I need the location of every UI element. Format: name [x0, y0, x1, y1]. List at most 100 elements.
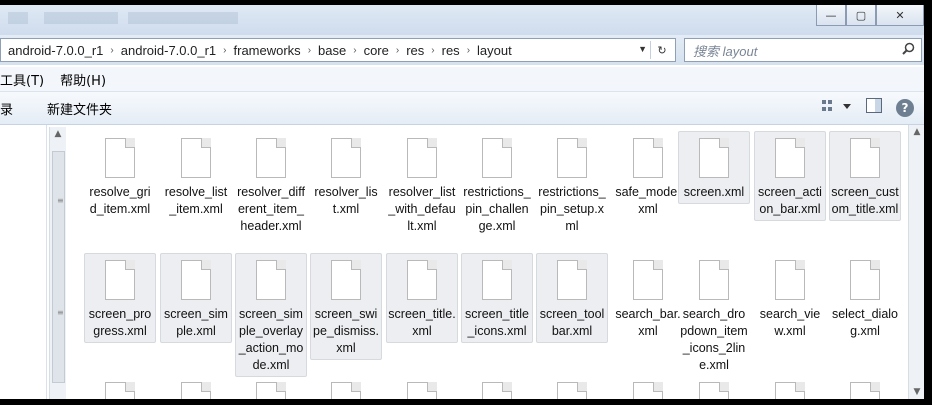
document-icon: [633, 260, 663, 300]
file-item[interactable]: search_bar.xml: [612, 253, 684, 343]
file-item[interactable]: screen_swipe_dismiss.xml: [310, 253, 382, 360]
window-title-blurred: [8, 12, 288, 24]
navigation-pane: [0, 125, 47, 399]
file-name: screen_action_bar.xml: [758, 185, 822, 216]
scroll-thumb[interactable]: ≡ ≡: [52, 151, 65, 383]
search-input[interactable]: 搜索 layout: [693, 41, 757, 60]
file-item[interactable]: screen_progress.xml: [84, 253, 156, 343]
scroll-down-icon[interactable]: ▼: [909, 387, 924, 397]
file-item[interactable]: restrictions_pin_setup.xml: [536, 131, 608, 238]
breadcrumb-item[interactable]: res: [438, 43, 464, 58]
file-name: restrictions_pin_setup.xml: [538, 185, 606, 233]
file-item[interactable]: search_dropdown_item_icons_2line.xml: [678, 253, 750, 377]
file-name: resolve_grid_item.xml: [89, 185, 151, 216]
document-icon: [775, 382, 805, 399]
file-name: screen_title_icons.xml: [465, 307, 529, 338]
close-button[interactable]: ✕: [876, 5, 924, 26]
search-box[interactable]: 搜索 layout: [684, 38, 922, 62]
file-item[interactable]: [160, 375, 232, 399]
file-item[interactable]: resolve_list_item.xml: [160, 131, 232, 221]
file-item[interactable]: [84, 375, 156, 399]
file-item[interactable]: [754, 375, 826, 399]
breadcrumb-item[interactable]: core: [360, 43, 393, 58]
file-list-scrollbar[interactable]: ▲ ▼: [908, 125, 924, 399]
file-item[interactable]: screen_simple_overlay_action_mode.xml: [235, 253, 307, 377]
breadcrumb-separator-icon[interactable]: ›: [107, 45, 116, 56]
document-icon: [105, 260, 135, 300]
document-icon: [181, 260, 211, 300]
file-item[interactable]: screen_custom_title.xml: [829, 131, 901, 221]
menu-item[interactable]: 工具(T): [0, 70, 52, 89]
menu-item[interactable]: 帮助(H): [52, 70, 114, 89]
breadcrumb-item[interactable]: res: [402, 43, 428, 58]
file-item[interactable]: screen_simple.xml: [160, 253, 232, 343]
file-name: resolver_list_with_default.xml: [388, 185, 456, 233]
file-item[interactable]: [829, 375, 901, 399]
menu-bar: 工具(T) 帮助(H): [0, 67, 924, 92]
document-icon: [633, 382, 663, 399]
document-icon: [105, 382, 135, 399]
file-item[interactable]: screen.xml: [678, 131, 750, 204]
document-icon: [699, 260, 729, 300]
file-item[interactable]: [310, 375, 382, 399]
file-item[interactable]: [678, 375, 750, 399]
address-row: android-7.0.0_r1 › android-7.0.0_r1 › framew…: [0, 35, 924, 65]
breadcrumb-item[interactable]: android-7.0.0_r1: [117, 43, 220, 58]
document-icon: [482, 138, 512, 178]
scroll-up-icon[interactable]: ▲: [50, 129, 66, 143]
file-item[interactable]: screen_toolbar.xml: [536, 253, 608, 343]
scroll-up-icon[interactable]: ▲: [909, 127, 924, 137]
views-icon[interactable]: [822, 99, 852, 117]
minimize-button[interactable]: —: [816, 5, 846, 26]
search-icon[interactable]: [902, 42, 915, 59]
document-icon: [699, 382, 729, 399]
file-item[interactable]: [386, 375, 458, 399]
breadcrumb-item[interactable]: android-7.0.0_r1: [4, 43, 107, 58]
file-item[interactable]: resolve_grid_item.xml: [84, 131, 156, 221]
file-item[interactable]: [461, 375, 533, 399]
document-icon: [557, 138, 587, 178]
file-item[interactable]: restrictions_pin_challenge.xml: [461, 131, 533, 238]
document-icon: [407, 138, 437, 178]
help-icon[interactable]: ?: [896, 98, 914, 117]
file-item[interactable]: screen_action_bar.xml: [754, 131, 826, 221]
file-name: search_bar.xml: [615, 307, 681, 338]
window-controls: — ▢ ✕: [816, 5, 924, 26]
new-folder-button[interactable]: 新建文件夹: [21, 99, 120, 118]
breadcrumb-separator-icon[interactable]: ›: [350, 45, 359, 56]
address-dropdown-icon[interactable]: ▼: [638, 44, 647, 54]
document-icon: [105, 138, 135, 178]
maximize-button[interactable]: ▢: [846, 5, 876, 26]
address-bar[interactable]: android-7.0.0_r1 › android-7.0.0_r1 › framew…: [0, 38, 676, 62]
breadcrumb-item[interactable]: frameworks: [230, 43, 305, 58]
file-item[interactable]: [235, 375, 307, 399]
preview-pane-icon[interactable]: [866, 98, 882, 117]
document-icon: [850, 138, 880, 178]
file-name: screen_progress.xml: [88, 307, 152, 338]
file-item[interactable]: resolver_list_with_default.xml: [386, 131, 458, 238]
document-icon: [850, 382, 880, 399]
file-item[interactable]: resolver_list.xml: [310, 131, 382, 221]
file-item[interactable]: resolver_different_item_header.xml: [235, 131, 307, 238]
file-name: safe_mode.xml: [615, 185, 681, 216]
breadcrumb-separator-icon[interactable]: ›: [464, 45, 473, 56]
file-item[interactable]: screen_title_icons.xml: [461, 253, 533, 343]
file-item[interactable]: search_view.xml: [754, 253, 826, 343]
command-partial[interactable]: 录: [0, 99, 21, 118]
breadcrumb-separator-icon[interactable]: ›: [428, 45, 437, 56]
breadcrumb-item[interactable]: base: [314, 43, 350, 58]
breadcrumb-separator-icon[interactable]: ›: [393, 45, 402, 56]
navigation-scrollbar[interactable]: ▲ ≡ ≡: [49, 127, 66, 399]
breadcrumb-item[interactable]: layout: [473, 43, 516, 58]
refresh-icon[interactable]: ↻: [650, 41, 673, 59]
file-item[interactable]: select_dialog.xml: [829, 253, 901, 343]
file-item[interactable]: screen_title.xml: [386, 253, 458, 343]
document-icon: [331, 138, 361, 178]
breadcrumb-separator-icon[interactable]: ›: [220, 45, 229, 56]
file-item[interactable]: [536, 375, 608, 399]
file-name: screen_swipe_dismiss.xml: [313, 307, 379, 355]
file-item[interactable]: safe_mode.xml: [612, 131, 684, 221]
title-bar: — ▢ ✕: [0, 5, 924, 35]
file-item[interactable]: [612, 375, 684, 399]
breadcrumb-separator-icon[interactable]: ›: [305, 45, 314, 56]
